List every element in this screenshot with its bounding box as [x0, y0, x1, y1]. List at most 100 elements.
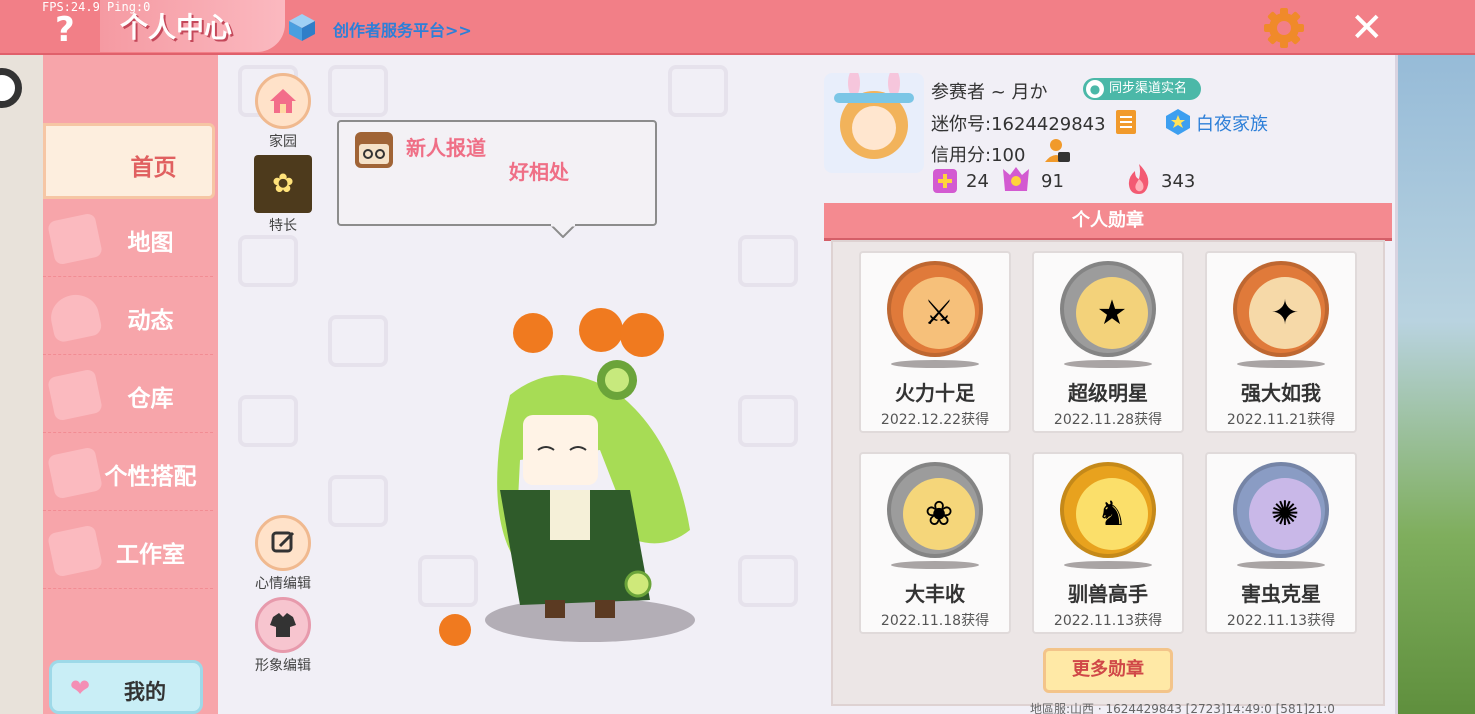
medal-badge: ❀: [887, 462, 983, 558]
home-label: 家园: [269, 134, 297, 150]
footer-info: 地區服:山西 · 1624429843 [2723]14:49:0 [581]2…: [1030, 702, 1335, 714]
medal-card[interactable]: ❀ 大丰收 2022.11.18获得: [859, 452, 1011, 634]
sidebar-item-label: 地图: [127, 230, 174, 256]
medal-card[interactable]: ⚔ 火力十足 2022.12.22获得: [859, 251, 1011, 433]
stat-value: 91: [1041, 171, 1064, 192]
edit-icon: [255, 515, 311, 571]
medal-name: 大丰收: [905, 582, 965, 606]
map-icon: [46, 212, 104, 266]
player-avatar[interactable]: [420, 300, 740, 650]
gear-icon[interactable]: [1263, 7, 1305, 49]
treasure-chest-icon: ⚔: [903, 277, 975, 349]
mood-edit-button[interactable]: 心情编辑: [254, 515, 312, 593]
player-name: 参赛者 ~ 月か: [931, 82, 1048, 103]
profile-avatar[interactable]: [824, 73, 924, 173]
medal-section-header: 个人勋章: [824, 203, 1392, 241]
sidebar-item-label: 工作室: [116, 542, 185, 568]
sidebar-item-warehouse[interactable]: 仓库: [43, 357, 213, 433]
sidebar-item-feed[interactable]: 动态: [43, 279, 213, 355]
medal-shadow: [1064, 360, 1152, 368]
look-edit-button[interactable]: 形象编辑: [254, 597, 312, 675]
family-name[interactable]: 白夜家族: [1196, 110, 1268, 136]
sidebar-item-label: 动态: [127, 308, 174, 334]
home-button[interactable]: 家园: [254, 73, 312, 151]
mood-edit-label: 心情编辑: [255, 576, 311, 592]
pattern-tile: [738, 235, 798, 287]
character-face-icon: [355, 132, 393, 168]
medal-shadow: [891, 561, 979, 569]
tamer-icon: ♞: [1076, 478, 1148, 550]
medal-card[interactable]: ✦ 强大如我 2022.11.21获得: [1205, 251, 1357, 433]
sidebar-item-home[interactable]: 首页: [43, 123, 215, 199]
sync-realname-badge[interactable]: ● 同步渠道实名: [1083, 78, 1201, 100]
credit-score: 信用分:100: [931, 145, 1026, 166]
medal-name: 害虫克星: [1241, 582, 1321, 606]
copy-icon[interactable]: [1113, 108, 1139, 136]
sidebar-item-label: 首页: [130, 155, 177, 181]
credit-user-icon[interactable]: [1042, 136, 1072, 166]
weapons-icon: ✦: [1249, 277, 1321, 349]
mine-label: 我的: [124, 680, 166, 704]
medal-badge: ★: [1060, 261, 1156, 357]
look-edit-label: 形象编辑: [255, 658, 311, 674]
bubble-tail: [550, 224, 576, 238]
medal-shadow: [1064, 561, 1152, 569]
sidebar-item-label: 个性搭配: [104, 464, 197, 490]
skill-button[interactable]: ✿ 特长: [254, 155, 312, 235]
stat-value: 24: [966, 171, 989, 192]
medal-card[interactable]: ♞ 驯兽高手 2022.11.13获得: [1032, 452, 1184, 634]
cube-icon[interactable]: [287, 12, 317, 42]
close-icon[interactable]: ✕: [1350, 5, 1384, 51]
page-title: 个人中心: [120, 11, 233, 44]
sidebar-item-outfit[interactable]: 个性搭配: [43, 435, 213, 511]
mine-button[interactable]: ❤ 我的: [49, 660, 203, 714]
medal-shadow: [1237, 561, 1325, 569]
sidebar-item-label: 仓库: [127, 386, 174, 412]
more-medals-button[interactable]: 更多勋章: [1043, 648, 1173, 693]
medal-date: 2022.11.18获得: [880, 613, 990, 629]
creator-platform-link[interactable]: 创作者服务平台>>: [333, 17, 472, 41]
medal-name: 驯兽高手: [1068, 582, 1148, 606]
sidebar-item-studio[interactable]: 工作室: [43, 513, 213, 589]
pattern-tile: [328, 475, 388, 527]
medal-date: 2022.11.13获得: [1053, 613, 1163, 629]
sidebar: 首页 地图 动态 仓库 个性搭配 工作室: [43, 55, 218, 714]
medal-badge: ✺: [1233, 462, 1329, 558]
stat-value: 343: [1161, 171, 1196, 192]
flower-icon: ✿: [254, 155, 312, 213]
pattern-tile: [328, 65, 388, 117]
bell-icon: [46, 290, 104, 344]
pattern-tile: [668, 65, 728, 117]
outfit-icon: [46, 446, 104, 500]
heart-icon: ❤: [70, 674, 91, 702]
medal-date: 2022.11.28获得: [1053, 412, 1163, 428]
bug-icon: ✺: [1249, 478, 1321, 550]
medal-date: 2022.11.13获得: [1226, 613, 1336, 629]
bubble-text: 好相处: [509, 160, 569, 184]
plus-card-icon: [933, 169, 957, 193]
fans-icon: [1003, 167, 1029, 191]
flame-icon: [1128, 164, 1149, 194]
medal-name: 强大如我: [1241, 381, 1321, 405]
bubble-title: 新人报道: [406, 136, 486, 160]
star-character-icon: ★: [1076, 277, 1148, 349]
medal-badge: ✦: [1233, 261, 1329, 357]
status-bubble[interactable]: 新人报道 好相处: [337, 120, 657, 226]
background-edge: [0, 55, 43, 714]
top-bar: FPS:24.9 Ping:0 ? 个人中心 创作者服务平台>> ✕: [0, 0, 1475, 55]
medal-badge: ⚔: [887, 261, 983, 357]
warehouse-icon: [46, 368, 104, 422]
help-icon[interactable]: ?: [55, 10, 75, 50]
sidebar-item-map[interactable]: 地图: [43, 201, 213, 277]
medal-shadow: [1237, 360, 1325, 368]
outfit-edit-icon: [255, 597, 311, 653]
medal-card[interactable]: ✺ 害虫克星 2022.11.13获得: [1205, 452, 1357, 634]
pattern-tile: [328, 315, 388, 367]
pattern-tile: [738, 555, 798, 607]
medal-date: 2022.12.22获得: [880, 412, 990, 428]
family-icon[interactable]: [1164, 108, 1192, 136]
house-icon: [255, 73, 311, 129]
medal-shadow: [891, 360, 979, 368]
medal-card[interactable]: ★ 超级明星 2022.11.28获得: [1032, 251, 1184, 433]
pattern-tile: [238, 395, 298, 447]
